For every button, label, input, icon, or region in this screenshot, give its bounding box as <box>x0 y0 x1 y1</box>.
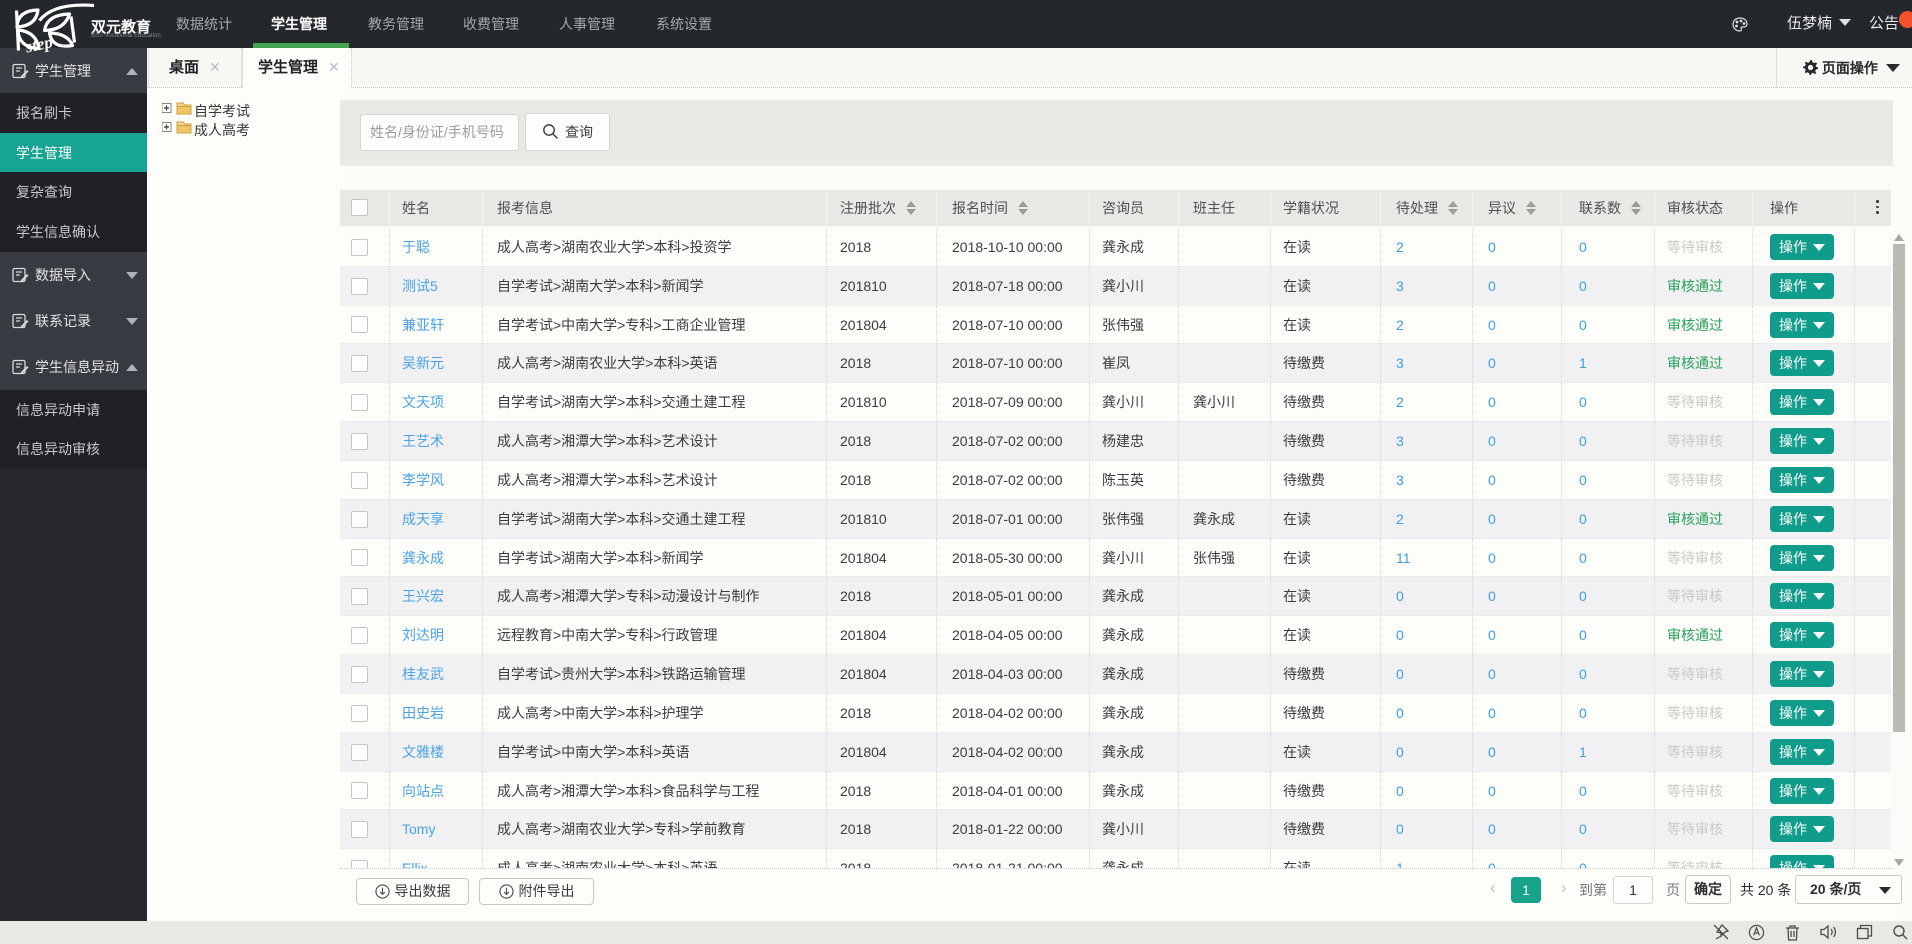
svg-text:step: step <box>23 32 55 56</box>
